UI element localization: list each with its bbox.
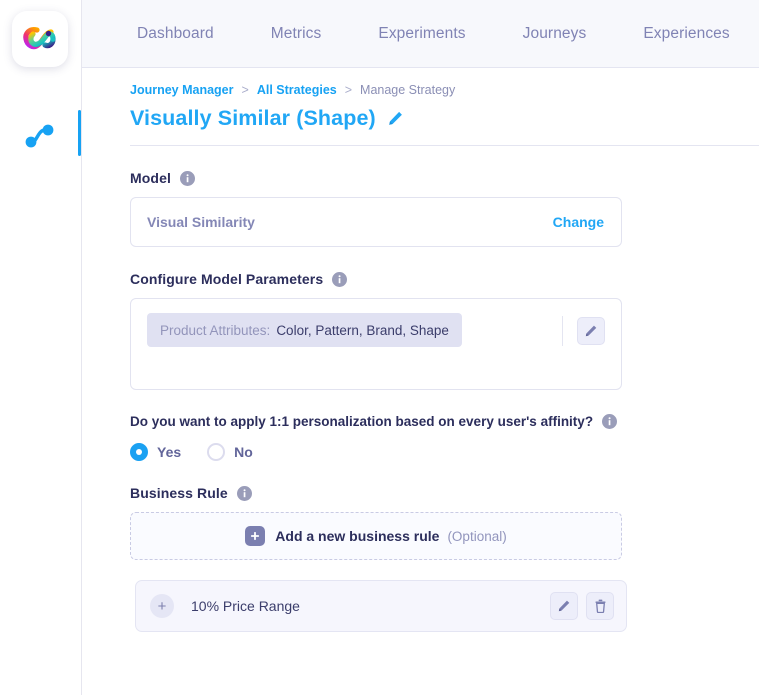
plus-glyph: [251, 532, 260, 540]
title-divider: [130, 145, 759, 146]
breadcrumb-item-journey-manager[interactable]: Journey Manager: [130, 83, 234, 97]
personalization-question: Do you want to apply 1:1 personalization…: [130, 414, 759, 429]
pencil-icon: [558, 600, 570, 612]
title-row: Visually Similar (Shape): [130, 106, 759, 131]
radio-yes-input[interactable]: [130, 443, 148, 461]
chip-value: Color, Pattern, Brand, Shape: [276, 322, 449, 338]
chip-key: Product Attributes:: [160, 322, 271, 338]
parameters-section: Configure Model Parameters Product Attri…: [130, 271, 759, 390]
personalization-section: Do you want to apply 1:1 personalization…: [130, 414, 759, 461]
journey-nodes-icon: [25, 124, 54, 148]
model-section-label: Model: [130, 170, 759, 186]
breadcrumb-separator: >: [344, 83, 353, 97]
app-root: Dashboard Metrics Experiments Journeys E…: [0, 0, 759, 695]
model-section: Model Visual Similarity Change: [130, 170, 759, 247]
edit-business-rule-button[interactable]: [550, 592, 578, 620]
parameters-label-text: Configure Model Parameters: [130, 271, 324, 287]
business-rule-section: Business Rule Add a new business rule (O…: [130, 485, 759, 632]
radio-option-no[interactable]: No: [207, 443, 253, 461]
top-navigation: Dashboard Metrics Experiments Journeys E…: [82, 0, 759, 68]
brand-logo-icon: [23, 27, 56, 50]
plus-circle-icon[interactable]: +: [150, 594, 174, 618]
pencil-icon: [585, 325, 597, 337]
info-icon[interactable]: [236, 485, 252, 501]
radio-yes-label: Yes: [157, 444, 182, 460]
main-area: Dashboard Metrics Experiments Journeys E…: [82, 0, 759, 695]
left-rail: [0, 0, 82, 695]
edit-title-button[interactable]: [387, 110, 404, 127]
nav-item-experiences[interactable]: Experiences: [643, 25, 729, 43]
delete-business-rule-button[interactable]: [586, 592, 614, 620]
nav-item-journeys[interactable]: Journeys: [523, 25, 587, 43]
edit-parameters-button[interactable]: [577, 317, 605, 345]
sidebar-active-indicator: [78, 110, 81, 156]
breadcrumb: Journey Manager > All Strategies > Manag…: [130, 68, 759, 97]
breadcrumb-item-manage-strategy: Manage Strategy: [360, 83, 456, 97]
add-business-rule-label: Add a new business rule: [275, 528, 440, 544]
info-icon[interactable]: [179, 170, 195, 186]
plus-square-icon: [245, 526, 266, 546]
brand-logo[interactable]: [12, 11, 68, 67]
add-business-rule-button[interactable]: Add a new business rule (Optional): [130, 512, 622, 560]
business-rule-row: + 10% Price Range: [135, 580, 627, 632]
sidebar-item-journeys[interactable]: [0, 108, 82, 164]
radio-no-label: No: [234, 444, 253, 460]
breadcrumb-item-all-strategies[interactable]: All Strategies: [257, 83, 337, 97]
nav-item-dashboard[interactable]: Dashboard: [137, 25, 214, 43]
page-content: Journey Manager > All Strategies > Manag…: [82, 68, 759, 695]
info-icon[interactable]: [602, 414, 618, 429]
parameters-card: Product Attributes: Color, Pattern, Bran…: [130, 298, 622, 390]
pencil-icon: [388, 111, 402, 125]
info-icon-glyph: [179, 170, 195, 186]
personalization-radio-group: Yes No: [130, 443, 759, 461]
model-card: Visual Similarity Change: [130, 197, 622, 247]
business-rule-label-text: Business Rule: [130, 485, 228, 501]
add-business-rule-hint: (Optional): [447, 528, 507, 544]
personalization-question-text: Do you want to apply 1:1 personalization…: [130, 414, 594, 429]
change-model-link[interactable]: Change: [553, 214, 604, 230]
model-name: Visual Similarity: [147, 214, 255, 230]
parameters-section-label: Configure Model Parameters: [130, 271, 759, 287]
info-icon-glyph: [236, 485, 252, 501]
info-icon-glyph: [602, 414, 618, 429]
page-title: Visually Similar (Shape): [130, 106, 376, 130]
nav-item-experiments[interactable]: Experiments: [378, 25, 465, 43]
product-attributes-chip[interactable]: Product Attributes: Color, Pattern, Bran…: [147, 313, 462, 347]
info-icon-glyph: [332, 271, 348, 287]
business-rule-actions: [550, 592, 614, 620]
nav-item-metrics[interactable]: Metrics: [271, 25, 322, 43]
business-rule-section-label: Business Rule: [130, 485, 759, 501]
radio-option-yes[interactable]: Yes: [130, 443, 181, 461]
parameters-divider: [562, 316, 563, 346]
info-icon[interactable]: [332, 271, 348, 287]
breadcrumb-separator: >: [241, 83, 249, 97]
business-rule-name: 10% Price Range: [191, 598, 300, 614]
model-label-text: Model: [130, 170, 171, 186]
trash-icon: [594, 599, 606, 613]
radio-no-input[interactable]: [207, 443, 226, 461]
